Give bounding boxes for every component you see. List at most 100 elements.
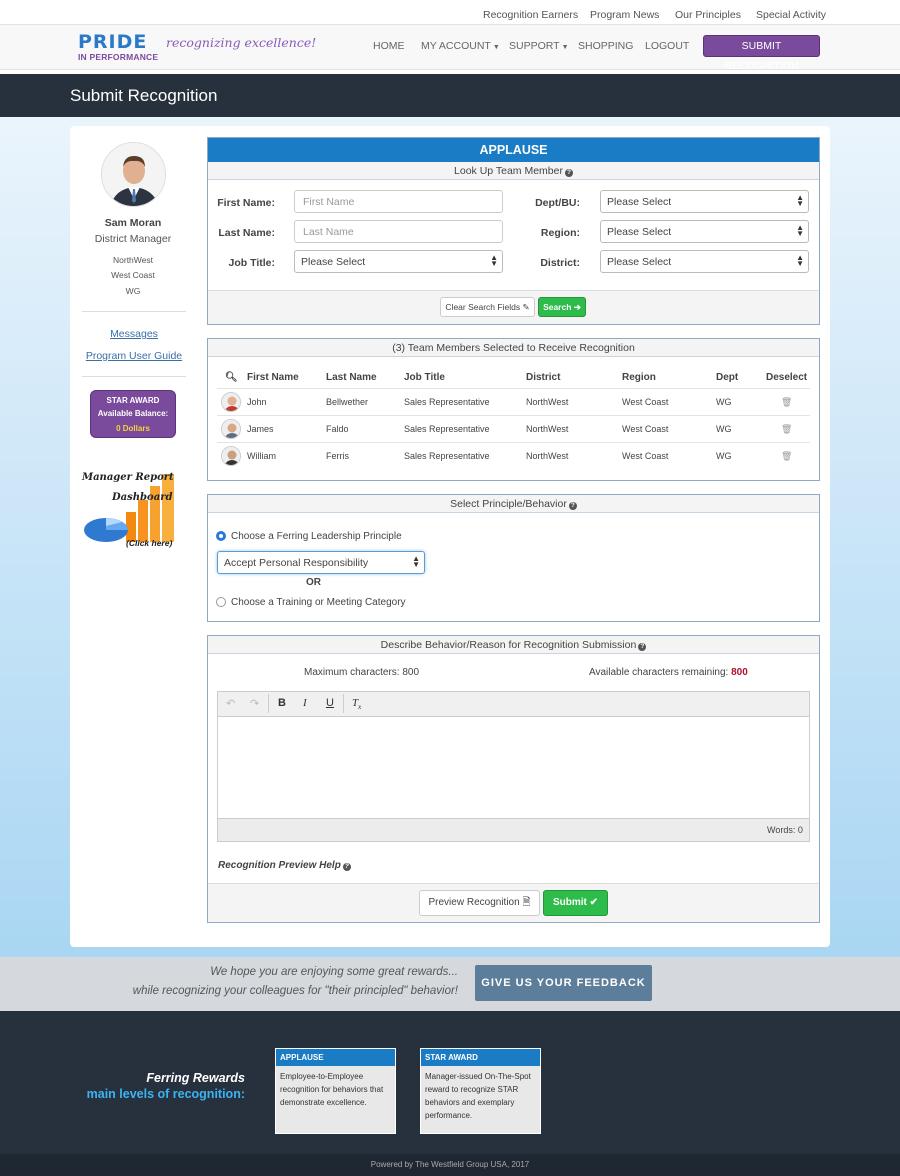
nav-home[interactable]: HOME — [373, 40, 405, 52]
member-dept: WG — [716, 451, 732, 461]
member-first-name: James — [247, 424, 274, 434]
member-district: NorthWest — [526, 397, 569, 407]
col-district: District — [526, 372, 561, 383]
logo-word[interactable]: PRIDE — [78, 31, 147, 53]
region-label: Region: — [540, 227, 580, 239]
col-dept: Dept — [716, 372, 739, 383]
util-link-special-activity[interactable]: Special Activity — [756, 9, 826, 21]
divider — [82, 311, 186, 312]
trash-icon[interactable]: 🗑︎ — [781, 424, 792, 435]
search-button[interactable]: Search ➔ — [538, 297, 586, 317]
col-deselect: Deselect — [766, 372, 808, 383]
clear-format-icon[interactable]: Tx — [352, 697, 361, 711]
page-title-bar: Submit Recognition — [0, 74, 900, 117]
profile-dept: WG — [125, 286, 141, 296]
member-region: West Coast — [622, 424, 669, 434]
applause-info-card: APPLAUSE Employee-to-Employee recognitio… — [275, 1048, 396, 1134]
zoom-icon: 🔍︎ — [225, 372, 238, 383]
divider — [217, 388, 810, 389]
principle-header: Select Principle/Behavior? — [208, 495, 819, 513]
nav-shopping[interactable]: SHOPPING — [578, 40, 633, 52]
member-last-name: Ferris — [326, 451, 349, 461]
category-option-label: Choose a Training or Meeting Category — [231, 597, 406, 608]
star-award-balance[interactable]: STAR AWARD Available Balance: 0 Dollars — [90, 390, 176, 438]
user-guide-link[interactable]: Program User Guide — [82, 350, 186, 362]
help-icon[interactable]: ? — [568, 502, 577, 510]
member-dept: WG — [716, 397, 732, 407]
nav-logout[interactable]: LOGOUT — [645, 40, 689, 52]
member-district: NorthWest — [526, 424, 569, 434]
remaining-chars: Available characters remaining: 800 — [589, 667, 748, 678]
word-count: Words: 0 — [767, 825, 803, 835]
last-name-label: Last Name: — [218, 227, 275, 239]
first-name-input[interactable]: First Name — [294, 190, 503, 213]
nav-support[interactable]: SUPPORT ▼ — [509, 40, 569, 52]
job-title-select-value: Please Select — [301, 256, 366, 268]
divider — [217, 415, 810, 416]
undo-icon[interactable]: ↶ — [226, 697, 235, 710]
member-first-name: John — [247, 397, 267, 407]
district-select[interactable]: Please Select ▲ ▼ — [600, 250, 809, 273]
member-dept: WG — [716, 424, 732, 434]
util-link-our-principles[interactable]: Our Principles — [675, 9, 741, 21]
divider — [343, 694, 344, 713]
search-label: Search — [543, 302, 572, 312]
avatar — [221, 392, 241, 412]
avatar — [221, 419, 241, 439]
redo-icon[interactable]: ↷ — [250, 697, 259, 710]
nav-support-label: SUPPORT — [509, 40, 560, 52]
lookup-header-label: Look Up Team Member — [454, 165, 563, 177]
rich-text-editor[interactable] — [217, 691, 810, 842]
describe-header-label: Describe Behavior/Reason for Recognition… — [380, 639, 637, 651]
eraser-icon: ✎ — [522, 302, 530, 312]
logo-tagline: recognizing excellence! — [166, 35, 317, 50]
dept-select-value: Please Select — [607, 196, 672, 208]
dept-select[interactable]: Please Select ▲ ▼ — [600, 190, 809, 213]
submit-recognition-nav-button[interactable]: SUBMIT RECOGNITION — [703, 35, 820, 72]
profile-area: West Coast — [111, 270, 155, 280]
member-first-name: William — [247, 451, 276, 461]
divider — [217, 442, 810, 443]
nav-my-account[interactable]: MY ACCOUNT ▼ — [421, 40, 500, 52]
preview-help-link[interactable]: Recognition Preview Help? — [218, 860, 351, 871]
col-job-title: Job Title — [404, 372, 445, 383]
category-radio[interactable] — [216, 597, 226, 607]
italic-icon[interactable]: I — [303, 697, 307, 709]
check-icon: ✔ — [589, 897, 599, 908]
util-link-recognition-earners[interactable]: Recognition Earners — [483, 9, 578, 21]
member-district: NorthWest — [526, 451, 569, 461]
principle-select[interactable]: Accept Personal Responsibility ▲ ▼ — [217, 551, 425, 574]
feedback-button[interactable]: GIVE US YOUR FEEDBACK — [475, 965, 652, 1001]
help-icon[interactable]: ? — [638, 643, 647, 651]
star-award-balance-value: 0 Dollars — [116, 424, 150, 433]
clear-search-button[interactable]: Clear Search Fields ✎ — [440, 297, 535, 317]
help-icon[interactable]: ? — [564, 169, 573, 177]
preview-help-label: Recognition Preview Help — [218, 860, 341, 871]
star-award-balance-label: Available Balance: — [97, 409, 169, 418]
principle-radio[interactable] — [216, 531, 226, 541]
last-name-input[interactable]: Last Name — [294, 220, 503, 243]
dept-label: Dept/BU: — [535, 197, 580, 209]
bold-icon[interactable]: B — [278, 697, 286, 709]
select-arrows-icon: ▲ ▼ — [796, 253, 804, 268]
underline-icon[interactable]: U — [326, 697, 334, 709]
util-link-program-news[interactable]: Program News — [590, 9, 659, 21]
trash-icon[interactable]: 🗑︎ — [781, 451, 792, 462]
region-select[interactable]: Please Select ▲ ▼ — [600, 220, 809, 243]
messages-link[interactable]: Messages — [82, 328, 186, 340]
col-last-name: Last Name — [326, 372, 377, 383]
manager-dashboard-promo[interactable]: Manager Report Dashboard (Click here) — [82, 466, 184, 552]
preview-recognition-button[interactable]: Preview Recognition 🗎 — [419, 890, 540, 916]
feedback-band: We hope you are enjoying some great rewa… — [0, 957, 900, 1011]
member-last-name: Bellwether — [326, 397, 369, 407]
divider — [268, 694, 269, 713]
trash-icon[interactable]: 🗑︎ — [781, 397, 792, 408]
job-title-select[interactable]: Please Select ▲ ▼ — [294, 250, 503, 273]
nav-my-account-label: MY ACCOUNT — [421, 40, 491, 52]
star-info-body: Manager-issued On-The-Spot reward to rec… — [425, 1072, 531, 1120]
submit-button[interactable]: Submit ✔ — [543, 890, 608, 916]
applause-info-body: Employee-to-Employee recognition for beh… — [280, 1072, 384, 1107]
col-first-name: First Name — [247, 372, 299, 383]
star-award-title: STAR AWARD — [106, 396, 160, 405]
member-job-title: Sales Representative — [404, 451, 490, 461]
